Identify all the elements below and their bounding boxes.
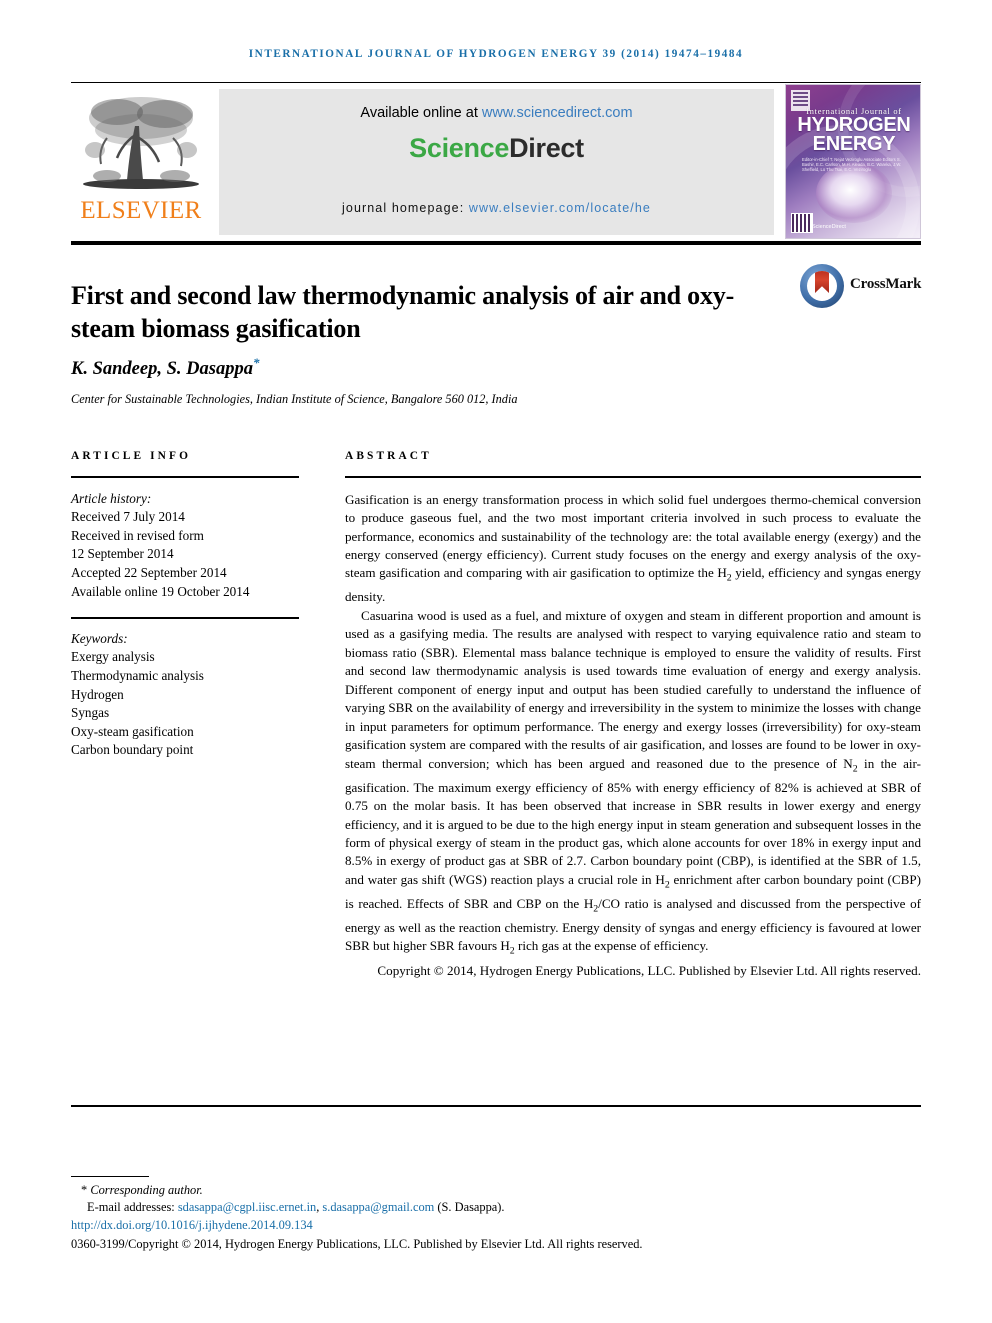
footnote-rule	[71, 1176, 149, 1178]
journal-homepage-line: journal homepage: www.elsevier.com/locat…	[219, 201, 774, 215]
elsevier-tree-icon	[77, 88, 205, 196]
abstract-copyright: Copyright © 2014, Hydrogen Energy Public…	[377, 962, 921, 978]
author-names: K. Sandeep, S. Dasappa	[71, 359, 253, 380]
history-item: Received 7 July 2014	[71, 509, 185, 525]
crossmark-badge[interactable]: CrossMark	[800, 264, 922, 310]
journal-homepage-label: journal homepage:	[342, 201, 469, 215]
elsevier-wordmark: ELSEVIER	[80, 197, 202, 224]
doi-link[interactable]: http://dx.doi.org/10.1016/j.ijhydene.201…	[71, 1217, 921, 1234]
journal-cover-thumbnail: International Journal of HYDROGEN ENERGY …	[785, 84, 921, 239]
running-head: International Journal of Hydrogen Energy…	[248, 48, 744, 60]
journal-homepage-url[interactable]: www.elsevier.com/locate/he	[469, 201, 651, 215]
article-history-label: Article history:	[71, 490, 152, 506]
available-online-line: Available online at www.sciencedirect.co…	[219, 105, 774, 121]
sciencedirect-url-link[interactable]: www.sciencedirect.com	[482, 105, 633, 121]
footnote-block: * Corresponding author. E-mail addresses…	[71, 1176, 921, 1253]
article-info-column: ARTICLE INFO Article history: Received 7…	[71, 450, 299, 760]
corresponding-star-icon: *	[81, 1183, 88, 1198]
abstract-paragraph-1: Gasification is an energy transformation…	[345, 491, 921, 605]
history-item: Received in revised form	[71, 527, 204, 543]
keywords-block: Keywords: Exergy analysis Thermodynamic …	[71, 630, 299, 760]
keywords-label: Keywords:	[71, 630, 128, 646]
keyword-item: Carbon boundary point	[71, 742, 194, 758]
cover-title-main: HYDROGEN ENERGY	[786, 115, 920, 155]
elsevier-logo: ELSEVIER	[71, 88, 211, 236]
keyword-item: Exergy analysis	[71, 649, 155, 665]
abstract-column: ABSTRACT Gasification is an energy trans…	[345, 450, 921, 980]
abstract-paragraph-2: Casuarina wood is used as a fuel, and mi…	[345, 607, 921, 958]
email-link-2[interactable]: s.dasappa@gmail.com	[322, 1200, 434, 1214]
issn-copyright-line: 0360-3199/Copyright © 2014, Hydrogen Ene…	[71, 1237, 643, 1252]
sciencedirect-banner: Available online at www.sciencedirect.co…	[219, 89, 774, 235]
sciencedirect-logo-part1: Science	[409, 133, 510, 163]
page-title: First and second law thermodynamic analy…	[71, 281, 735, 344]
cover-title-line2: ENERGY	[812, 133, 896, 155]
crossmark-ribbon-icon	[815, 271, 829, 293]
article-info-heading: ARTICLE INFO	[71, 450, 192, 462]
sciencedirect-logo-part2: Direct	[509, 133, 584, 163]
abstract-bottom-rule	[71, 1105, 921, 1107]
cover-barcode-icon	[791, 213, 813, 233]
masthead-bottom-rule	[71, 241, 921, 245]
affiliation: Center for Sustainable Technologies, Ind…	[71, 392, 518, 406]
email-addresses-line: E-mail addresses: sdasappa@cgpl.iisc.ern…	[71, 1199, 921, 1216]
masthead: ELSEVIER Available online at www.science…	[71, 82, 921, 239]
corresponding-author-note: * Corresponding author.	[71, 1182, 921, 1199]
journal-article-page: International Journal of Hydrogen Energy…	[0, 0, 992, 1323]
abstract-rule	[345, 476, 921, 478]
crossmark-circle-icon	[800, 264, 844, 308]
abstract-body: Gasification is an energy transformation…	[345, 491, 921, 980]
keywords-rule	[71, 617, 299, 619]
history-item: Available online 19 October 2014	[71, 583, 250, 599]
corresponding-author-label: Corresponding author.	[90, 1183, 203, 1198]
history-item: 12 September 2014	[71, 546, 174, 562]
crossmark-label: CrossMark	[850, 276, 922, 292]
article-info-rule	[71, 476, 299, 478]
history-item: Accepted 22 September 2014	[71, 564, 227, 580]
keyword-item: Thermodynamic analysis	[71, 667, 204, 683]
email-suffix: (S. Dasappa).	[434, 1200, 505, 1215]
corresponding-author-marker: *	[252, 355, 260, 370]
article-history: Article history: Received 7 July 2014 Re…	[71, 490, 299, 602]
email-link-1[interactable]: sdasappa@cgpl.iisc.ernet.in	[178, 1200, 316, 1214]
crossmark-inner-circle	[807, 271, 837, 301]
keyword-item: Hydrogen	[71, 686, 124, 702]
masthead-top-rule	[71, 82, 921, 83]
author-list: K. Sandeep, S. Dasappa*	[71, 355, 259, 380]
email-label: E-mail addresses:	[87, 1200, 178, 1215]
cover-editorial-board: Editor-in-Chief T. Nejat Veziroglu Assoc…	[802, 157, 902, 173]
available-online-prefix: Available online at	[360, 105, 482, 121]
abstract-heading: ABSTRACT	[345, 450, 432, 462]
sciencedirect-logo[interactable]: ScienceDirect	[219, 133, 774, 164]
keyword-item: Syngas	[71, 705, 110, 721]
cover-sciencedirect-footer: ScienceDirect	[812, 224, 846, 230]
keyword-item: Oxy-steam gasification	[71, 723, 194, 739]
